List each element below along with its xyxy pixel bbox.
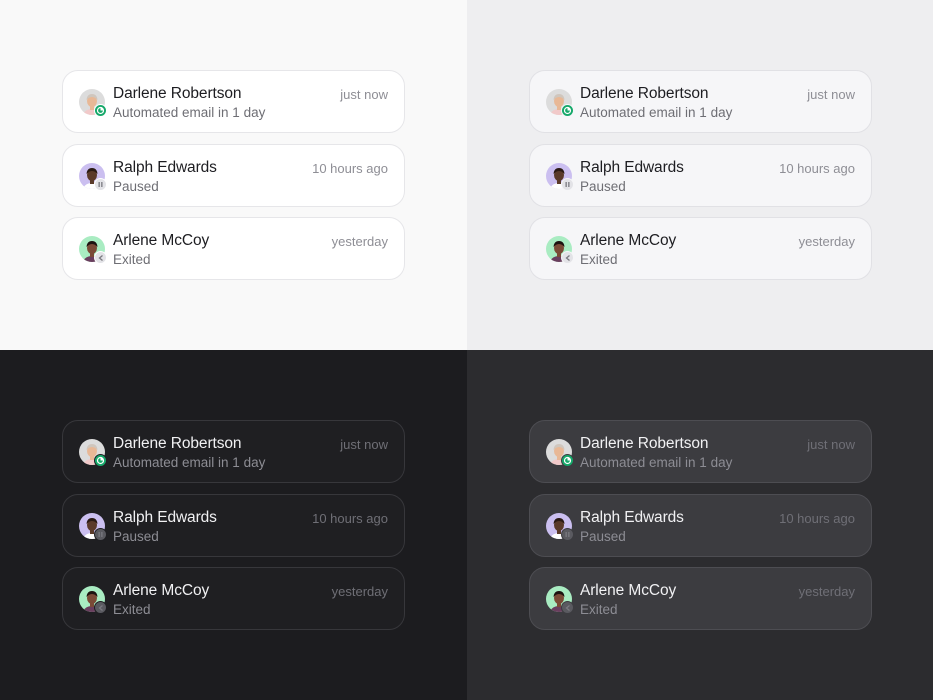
notification-card[interactable]: Darlene Robertson Automated email in 1 d…	[529, 70, 872, 133]
notification-card[interactable]: Arlene McCoy Exited yesterday	[529, 567, 872, 630]
notification-list: Darlene Robertson Automated email in 1 d…	[529, 70, 872, 291]
notification-card[interactable]: Darlene Robertson Automated email in 1 d…	[529, 420, 872, 483]
exit-arrow-icon	[94, 601, 107, 614]
timestamp: yesterday	[798, 584, 855, 599]
active-status-icon	[561, 454, 574, 467]
contact-status: Automated email in 1 day	[580, 105, 733, 120]
theme-dark-panel: Darlene Robertson Automated email in 1 d…	[0, 350, 467, 700]
contact-status: Automated email in 1 day	[113, 105, 266, 120]
contact-status: Automated email in 1 day	[580, 455, 733, 470]
timestamp: 10 hours ago	[779, 160, 855, 176]
theme-dark-gray-panel: Darlene Robertson Automated email in 1 d…	[467, 350, 933, 700]
timestamp: yesterday	[331, 234, 388, 249]
timestamp: 10 hours ago	[779, 510, 855, 526]
pause-icon	[94, 527, 107, 541]
timestamp: 10 hours ago	[312, 160, 388, 176]
contact-status: Exited	[580, 602, 618, 617]
notification-card[interactable]: Ralph Edwards Paused 10 hours ago	[529, 493, 872, 557]
active-status-icon	[561, 104, 574, 117]
timestamp: 10 hours ago	[312, 510, 388, 526]
contact-status: Paused	[580, 178, 626, 194]
exit-arrow-icon	[94, 251, 107, 264]
contact-status: Automated email in 1 day	[113, 455, 266, 470]
contact-status: Paused	[580, 528, 626, 544]
notification-card[interactable]: Darlene Robertson Automated email in 1 d…	[62, 70, 405, 133]
notification-card[interactable]: Darlene Robertson Automated email in 1 d…	[62, 420, 405, 483]
timestamp: just now	[340, 437, 388, 452]
theme-light-panel: Darlene Robertson Automated email in 1 d…	[0, 0, 467, 350]
timestamp: yesterday	[798, 234, 855, 249]
notification-card[interactable]: Arlene McCoy Exited yesterday	[62, 567, 405, 630]
notification-list: Darlene Robertson Automated email in 1 d…	[62, 70, 405, 291]
exit-arrow-icon	[561, 601, 574, 614]
notification-card[interactable]: Arlene McCoy Exited yesterday	[529, 217, 872, 280]
active-status-icon	[94, 104, 107, 117]
notification-list: Darlene Robertson Automated email in 1 d…	[62, 420, 405, 641]
contact-status: Paused	[113, 528, 159, 544]
notification-list: Darlene Robertson Automated email in 1 d…	[529, 420, 872, 641]
theme-light-gray-panel: Darlene Robertson Automated email in 1 d…	[467, 0, 933, 350]
contact-status: Exited	[580, 252, 618, 267]
contact-status: Exited	[113, 602, 151, 617]
exit-arrow-icon	[561, 251, 574, 264]
contact-status: Paused	[113, 178, 159, 194]
timestamp: just now	[807, 87, 855, 102]
notification-card[interactable]: Arlene McCoy Exited yesterday	[62, 217, 405, 280]
timestamp: just now	[340, 87, 388, 102]
notification-card[interactable]: Ralph Edwards Paused 10 hours ago	[62, 143, 405, 207]
pause-icon	[561, 527, 574, 541]
pause-icon	[561, 177, 574, 191]
active-status-icon	[94, 454, 107, 467]
pause-icon	[94, 177, 107, 191]
timestamp: yesterday	[331, 584, 388, 599]
notification-card[interactable]: Ralph Edwards Paused 10 hours ago	[62, 493, 405, 557]
contact-status: Exited	[113, 252, 151, 267]
timestamp: just now	[807, 437, 855, 452]
notification-card[interactable]: Ralph Edwards Paused 10 hours ago	[529, 143, 872, 207]
